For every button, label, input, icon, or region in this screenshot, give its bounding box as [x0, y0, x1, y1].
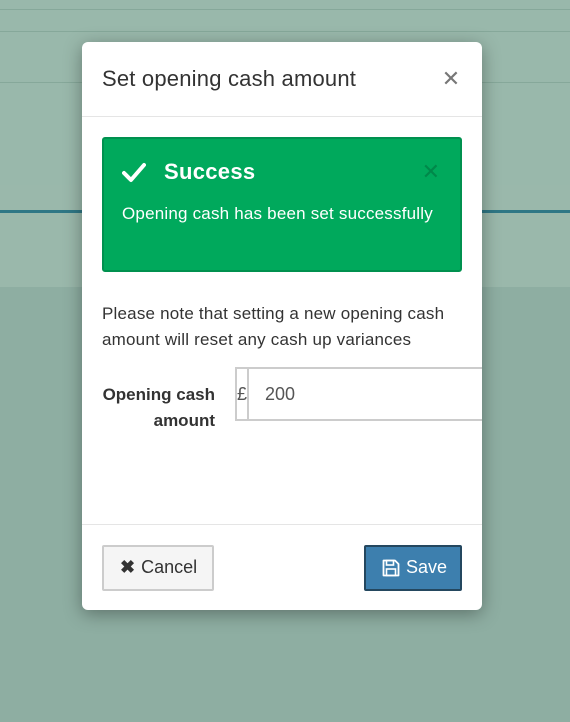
success-alert: Success ✕ Opening cash has been set succ…	[102, 137, 462, 272]
cancel-label: Cancel	[141, 557, 198, 577]
cancel-button[interactable]: ✖ Cancel	[102, 544, 214, 591]
opening-cash-input-group: £	[235, 367, 482, 421]
modal-header: Set opening cash amount ✕	[82, 42, 482, 117]
currency-addon: £	[235, 367, 248, 421]
alert-title: Success	[164, 159, 256, 184]
modal-body: Success ✕ Opening cash has been set succ…	[82, 117, 482, 525]
close-icon[interactable]: ✕	[422, 161, 440, 183]
opening-cash-label: Opening cash amount	[102, 385, 215, 430]
set-opening-cash-modal: Set opening cash amount ✕ Success ✕ Open…	[82, 42, 482, 610]
alert-header: Success	[122, 159, 442, 185]
opening-cash-form-row: Opening cash amount £	[102, 367, 482, 434]
close-icon[interactable]: ✕	[441, 66, 461, 91]
alert-message: Opening cash has been set successfully	[122, 204, 433, 223]
close-icon: ✖	[120, 557, 136, 577]
save-button[interactable]: Save	[364, 544, 462, 591]
background-divider	[0, 31, 570, 32]
floppy-disk-icon	[382, 559, 400, 576]
save-label: Save	[406, 557, 448, 577]
background-divider	[0, 9, 570, 10]
modal-footer: ✖ Cancel Save	[82, 525, 482, 610]
check-icon	[122, 163, 146, 182]
info-note: Please note that setting a new opening c…	[102, 304, 445, 349]
opening-cash-input[interactable]	[247, 367, 482, 421]
modal-title: Set opening cash amount	[102, 66, 357, 91]
